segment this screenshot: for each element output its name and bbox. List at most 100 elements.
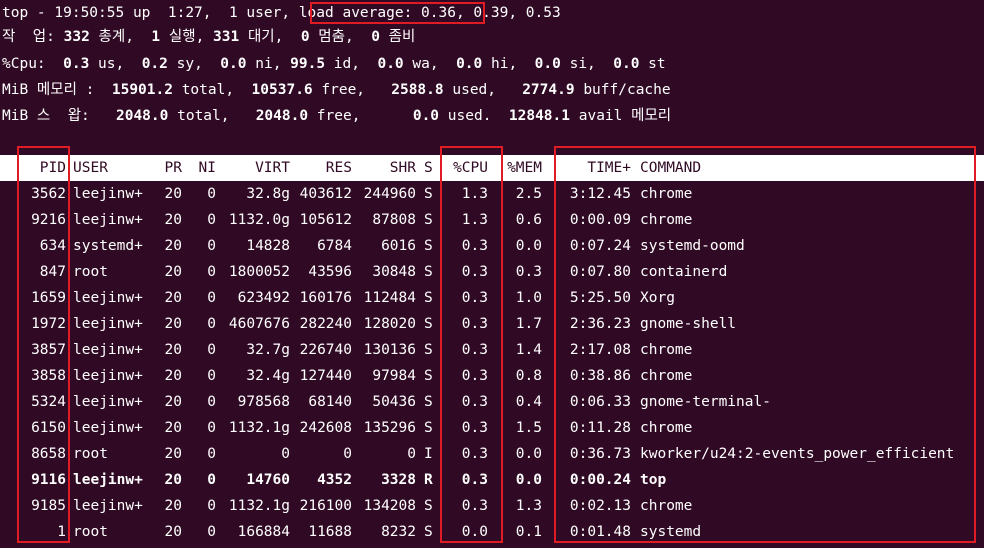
col-s-header[interactable]: S [424, 155, 433, 181]
table-row[interactable]: 1 root 20 0 166884 11688 8232 S 0.0 0.1 0:01.48 sys… [0, 519, 984, 545]
col-cpu-header[interactable]: %CPU [440, 155, 488, 181]
cpu-ni: 0.0 [220, 56, 247, 72]
cell-shr: 130136 [363, 342, 416, 358]
cell-ni: 0 [207, 524, 216, 540]
cell-mem: 0.0 [515, 238, 542, 254]
cell-time: 0:36.73 [569, 446, 631, 462]
cell-pr: 20 [164, 446, 182, 462]
cell-mem: 0.4 [515, 394, 542, 410]
cell-mem: 1.4 [515, 342, 542, 358]
mem-used-label: used, [443, 82, 523, 98]
cell-command: systemd [640, 524, 702, 540]
tasks-stopped-label: 멈춤, [309, 29, 372, 45]
cell-s: S [424, 238, 433, 254]
cpu-hi: 0.0 [456, 56, 483, 72]
mem-cache-label: buff/cache [574, 82, 671, 98]
col-mem-header[interactable]: %MEM [496, 155, 542, 181]
cell-time: 5:25.50 [569, 290, 631, 306]
cell-cpu: 0.3 [461, 264, 488, 280]
uptime-text: top - 19:50:55 up 1:27, 1 user, [2, 5, 299, 21]
cell-user: leejinw+ [73, 342, 143, 358]
table-row[interactable]: 634 systemd+ 20 0 14828 6784 6016 S 0.3 0.0 0:07.2… [0, 233, 984, 259]
cell-command: chrome [640, 212, 693, 228]
cell-time: 0:02.13 [569, 498, 631, 514]
col-ni-header[interactable]: NI [190, 155, 216, 181]
cell-mem: 1.5 [515, 420, 542, 436]
cell-s: S [424, 524, 433, 540]
cell-s: R [424, 472, 433, 488]
cell-cpu: 1.3 [461, 212, 488, 228]
cell-res: 160176 [299, 290, 352, 306]
cell-res: 127440 [299, 368, 352, 384]
col-pid-header[interactable]: PID [0, 155, 66, 181]
cell-pid: 9116 [31, 472, 66, 488]
col-user-header[interactable]: USER [73, 155, 108, 181]
table-row[interactable]: 847 root 20 0 1800052 43596 30848 S 0.3 0.3 0:07.8… [0, 259, 984, 285]
col-virt-header[interactable]: VIRT [220, 155, 290, 181]
swap-free-label: free, [308, 108, 413, 124]
cell-cpu: 0.3 [461, 394, 488, 410]
cell-shr: 3328 [381, 472, 416, 488]
cell-virt: 32.7g [246, 342, 290, 358]
table-row[interactable]: 9185 leejinw+ 20 0 1132.1g 216100 134208 S 0.3 1.… [0, 493, 984, 519]
cell-user: leejinw+ [73, 316, 143, 332]
load-average-label: load average: 0.36 [298, 5, 456, 21]
col-shr-header[interactable]: SHR [352, 155, 416, 181]
cell-s: S [424, 264, 433, 280]
col-command-header[interactable]: COMMAND [640, 155, 701, 181]
cell-time: 0:07.80 [569, 264, 631, 280]
cell-cpu: 0.3 [461, 316, 488, 332]
cell-mem: 1.0 [515, 290, 542, 306]
cell-cpu: 1.3 [461, 186, 488, 202]
cell-shr: 50436 [372, 394, 416, 410]
cell-pid: 1972 [31, 316, 66, 332]
table-row[interactable]: 1972 leejinw+ 20 0 4607676 282240 128020 S 0.3 1.… [0, 311, 984, 337]
cell-command: chrome [640, 342, 693, 358]
table-row[interactable]: 3857 leejinw+ 20 0 32.7g 226740 130136 S 0.3 1.4 2… [0, 337, 984, 363]
table-row[interactable]: 9216 leejinw+ 20 0 1132.0g 105612 87808 S 1.3 0.6… [0, 207, 984, 233]
swap-avail: 12848.1 [508, 108, 570, 124]
tasks-sleeping-label: 대기, [239, 29, 301, 45]
swap-total-label: total, [168, 108, 256, 124]
cpu-st: 0.0 [613, 56, 640, 72]
cell-res: 216100 [299, 498, 352, 514]
cpu-st-label: st [639, 56, 666, 72]
cell-shr: 112484 [363, 290, 416, 306]
col-time-header[interactable]: TIME+ [555, 155, 631, 181]
cell-ni: 0 [207, 290, 216, 306]
table-row[interactable]: 5324 leejinw+ 20 0 978568 68140 50436 S 0.3 0.4 0:… [0, 389, 984, 415]
cell-s: S [424, 290, 433, 306]
cell-pr: 20 [164, 238, 182, 254]
cell-command: top [640, 472, 667, 488]
table-row[interactable]: 9116 leejinw+ 20 0 14760 4352 3328 R 0.3 0.0 0:00.… [0, 467, 984, 493]
table-row[interactable]: 8658 root 20 0 0 0 0 I 0.3 0.0 0:36.73 kworker/u24:… [0, 441, 984, 467]
swap-used-label: used. [439, 108, 509, 124]
table-row[interactable]: 6150 leejinw+ 20 0 1132.1g 242608 135296 S 0.3 1.… [0, 415, 984, 441]
tasks-sleeping: 331 [213, 29, 240, 45]
cell-cpu: 0.3 [461, 368, 488, 384]
cell-ni: 0 [207, 394, 216, 410]
cell-user: root [73, 524, 108, 540]
table-row[interactable]: 3858 leejinw+ 20 0 32.4g 127440 97984 S 0.3 0.8 0:… [0, 363, 984, 389]
cell-time: 0:01.48 [569, 524, 631, 540]
cell-virt: 0 [281, 446, 290, 462]
cell-pid: 634 [39, 238, 66, 254]
cell-cpu: 0.3 [461, 238, 488, 254]
cpu-wa-label: wa, [403, 56, 457, 72]
cell-time: 0:06.33 [569, 394, 631, 410]
table-row[interactable]: 1659 leejinw+ 20 0 623492 160176 112484 S 0.3 1.0… [0, 285, 984, 311]
cell-pr: 20 [164, 472, 182, 488]
cell-mem: 0.1 [515, 524, 542, 540]
cell-res: 226740 [299, 342, 352, 358]
cell-cpu: 0.3 [461, 498, 488, 514]
cell-virt: 32.8g [246, 186, 290, 202]
cell-res: 68140 [308, 394, 352, 410]
cell-shr: 87808 [372, 212, 416, 228]
cell-mem: 1.3 [515, 498, 542, 514]
cell-time: 0:38.86 [569, 368, 631, 384]
cell-shr: 97984 [372, 368, 416, 384]
col-pr-header[interactable]: PR [150, 155, 182, 181]
table-row[interactable]: 3562 leejinw+ 20 0 32.8g 403612 244960 S 1.3 2.5 3… [0, 181, 984, 207]
col-res-header[interactable]: RES [290, 155, 352, 181]
cpu-hi-label: hi, [482, 56, 535, 72]
